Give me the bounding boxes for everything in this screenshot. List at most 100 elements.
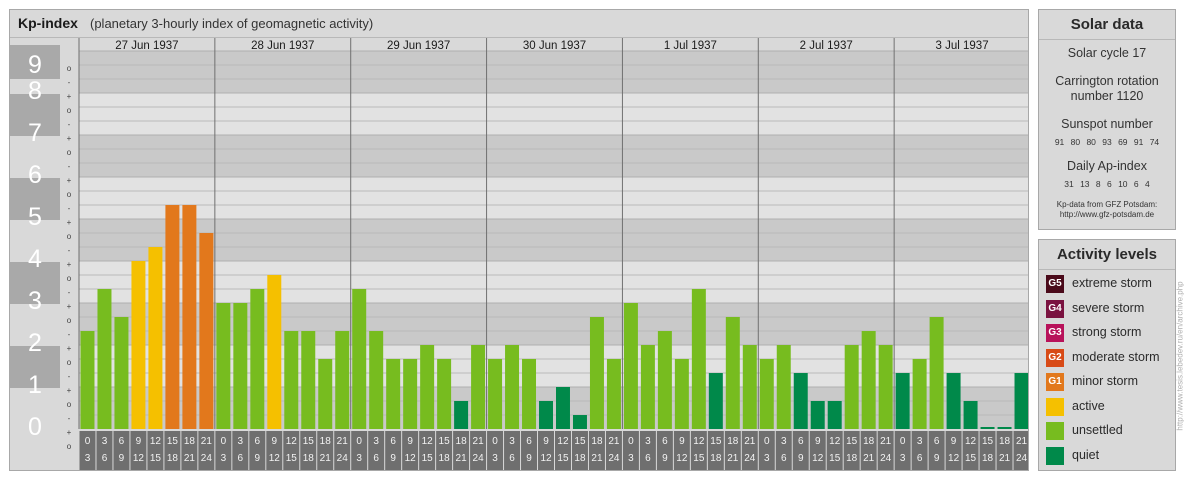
legend-item: quiet	[1039, 444, 1175, 469]
interval-end: 9	[662, 453, 668, 464]
interval-end: 3	[900, 453, 906, 464]
interval-start: 15	[982, 436, 994, 447]
kp-bar	[725, 316, 740, 429]
interval-end: 15	[286, 453, 298, 464]
interval-start: 0	[221, 436, 227, 447]
kp-band	[79, 135, 1028, 177]
kp-bar	[844, 345, 859, 429]
kp-bar	[589, 316, 604, 429]
interval-start: 12	[557, 436, 569, 447]
interval-end: 9	[255, 453, 261, 464]
y-tick-label-6: 6	[28, 161, 42, 189]
legend-swatch: G1	[1046, 373, 1064, 391]
kp-chart: 0123456789o+-o+-o+-o+-o+-o+-o+-o+-o+-o27…	[10, 38, 1028, 470]
legend-item: active	[1039, 395, 1175, 420]
sub-tick-minus: -	[68, 414, 71, 423]
interval-start: 6	[390, 436, 396, 447]
sub-tick-plus: +	[67, 344, 72, 353]
legend-item: G5 extreme storm	[1039, 272, 1175, 297]
kp-bar	[301, 331, 316, 429]
credit-line1: Kp-data from GFZ Potsdam:	[1056, 200, 1158, 209]
sub-tick-minus: -	[68, 246, 71, 255]
solar-data-panel: Solar data Solar cycle 17 Carrington rot…	[1038, 9, 1176, 230]
sub-tick-plus: +	[67, 134, 72, 143]
interval-end: 15	[829, 453, 841, 464]
kp-bar	[284, 331, 299, 429]
kp-band	[79, 51, 1028, 93]
interval-start: 6	[798, 436, 804, 447]
kp-bar	[572, 415, 587, 429]
interval-start: 21	[744, 436, 756, 447]
legend-swatch	[1046, 446, 1064, 465]
legend-swatch: G4	[1046, 299, 1064, 318]
interval-start: 3	[509, 436, 515, 447]
interval-start: 9	[543, 436, 549, 447]
kp-bar	[369, 331, 384, 429]
sunspot-title: Sunspot number	[1061, 117, 1153, 131]
legend-item: G2 moderate storm	[1039, 346, 1175, 371]
legend-item: G3 strong storm	[1039, 321, 1175, 346]
kp-bar	[691, 289, 706, 429]
kp-bar	[199, 232, 214, 429]
watermark: http://www.tesis.lebedev.ru/en/archive.p…	[1176, 240, 1184, 472]
interval-end: 3	[221, 453, 227, 464]
interval-start: 9	[815, 436, 821, 447]
kp-bar	[420, 345, 435, 429]
sub-tick-minus: -	[68, 120, 71, 129]
kp-bar	[623, 303, 638, 429]
sub-tick-plus: +	[67, 302, 72, 311]
sub-tick-o: o	[67, 400, 72, 409]
sub-tick-o: o	[67, 64, 72, 73]
kp-bar	[250, 289, 265, 429]
interval-end: 24	[608, 453, 620, 464]
kp-bar	[454, 400, 469, 429]
kp-bar	[403, 358, 418, 429]
interval-end: 15	[965, 453, 977, 464]
kp-band	[79, 93, 1028, 135]
interval-start: 3	[102, 436, 108, 447]
interval-end: 21	[727, 453, 739, 464]
sub-tick-minus: -	[68, 288, 71, 297]
kp-bar	[657, 331, 672, 429]
interval-end: 12	[540, 453, 552, 464]
interval-end: 12	[133, 453, 145, 464]
kp-bar	[386, 358, 401, 429]
sub-tick-o: o	[67, 148, 72, 157]
interval-start: 18	[320, 436, 332, 447]
interval-start: 18	[184, 436, 196, 447]
interval-end: 9	[934, 453, 940, 464]
interval-start: 21	[608, 436, 620, 447]
ap-title: Daily Ap-index	[1067, 159, 1147, 173]
interval-start: 6	[662, 436, 668, 447]
interval-start: 3	[645, 436, 651, 447]
kp-bar	[946, 373, 961, 429]
interval-end: 9	[390, 453, 396, 464]
kp-bar	[963, 400, 978, 429]
interval-end: 24	[744, 453, 756, 464]
kp-chart-panel: 0 1 2 3 4 5 6 7 8 9 o + - o + - o + - o + - o + - o + - o + - o + - o + - o 27…	[9, 9, 1029, 471]
legend-item: unsettled	[1039, 419, 1175, 444]
interval-start: 0	[764, 436, 770, 447]
interval-end: 21	[591, 453, 603, 464]
interval-start: 21	[880, 436, 892, 447]
interval-start: 21	[1016, 436, 1028, 447]
kp-bar	[929, 316, 944, 429]
sub-tick-o: o	[67, 316, 72, 325]
kp-bar	[182, 205, 197, 429]
activity-levels-panel: Activity levels G5 extreme storm G4 severe …	[1038, 239, 1176, 471]
interval-start: 3	[238, 436, 244, 447]
sub-tick-plus: +	[67, 176, 72, 185]
kp-bar	[640, 345, 655, 429]
interval-start: 0	[356, 436, 362, 447]
interval-start: 18	[456, 436, 468, 447]
y-tick-label-7: 7	[28, 119, 42, 147]
legend-label: minor storm	[1072, 374, 1138, 388]
interval-start: 0	[492, 436, 498, 447]
sub-tick-minus: -	[68, 372, 71, 381]
y-tick-label-3: 3	[28, 287, 42, 315]
interval-start: 9	[407, 436, 413, 447]
interval-end: 18	[846, 453, 858, 464]
interval-start: 15	[574, 436, 586, 447]
y-tick-label-1: 1	[28, 371, 42, 399]
interval-start: 21	[473, 436, 485, 447]
